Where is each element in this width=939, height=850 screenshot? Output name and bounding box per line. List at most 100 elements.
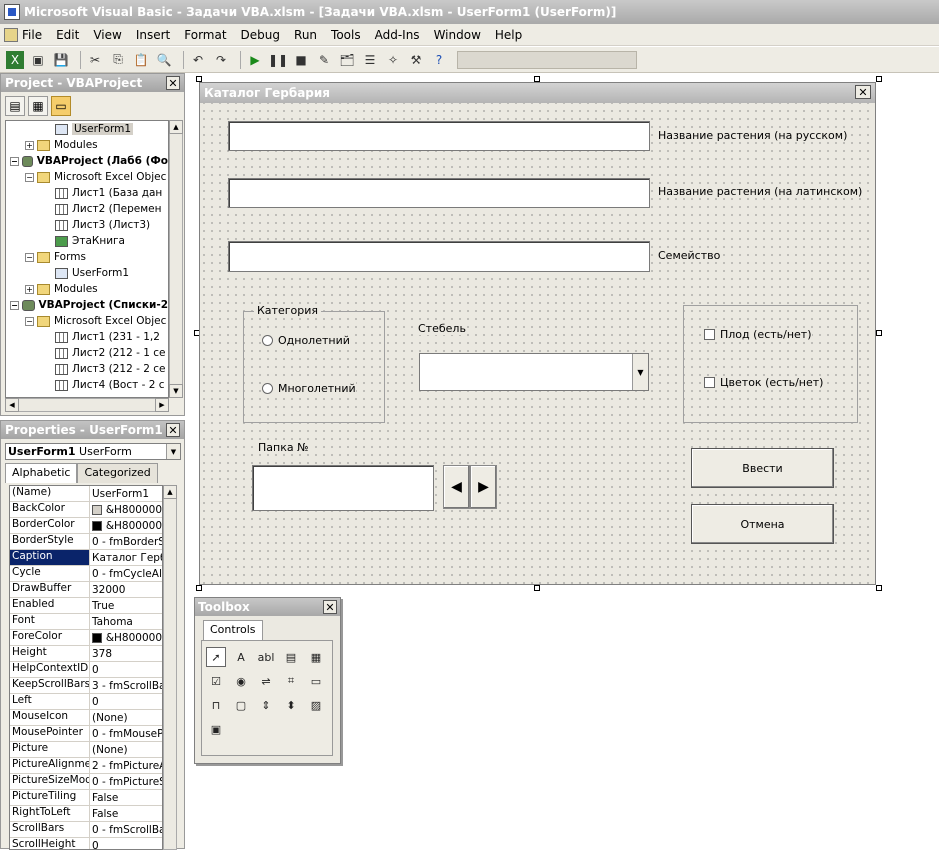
combobox-tool-icon[interactable]: ▤ bbox=[281, 647, 301, 667]
property-value[interactable]: 32000 bbox=[90, 582, 162, 597]
run-icon[interactable]: ▶ bbox=[246, 51, 264, 69]
scroll-up-icon[interactable]: ▲ bbox=[163, 485, 177, 499]
checkbox-tool-icon[interactable]: ☑ bbox=[206, 671, 226, 691]
toolbox-close-icon[interactable]: ✕ bbox=[323, 600, 337, 614]
paste-icon[interactable]: 📋 bbox=[132, 51, 150, 69]
property-value[interactable]: &H800000 bbox=[90, 502, 162, 517]
tab-categorized[interactable]: Categorized bbox=[77, 463, 157, 483]
frame-tool-icon[interactable]: ⌗ bbox=[281, 671, 301, 691]
collapse-icon[interactable]: − bbox=[25, 173, 34, 182]
optionbutton-tool-icon[interactable]: ◉ bbox=[231, 671, 251, 691]
togglebutton-tool-icon[interactable]: ⇌ bbox=[256, 671, 276, 691]
resize-handle[interactable] bbox=[876, 76, 882, 82]
view-object-icon[interactable]: ▦ bbox=[28, 96, 48, 116]
collapse-icon[interactable]: − bbox=[10, 157, 19, 166]
property-row[interactable]: MousePointer0 - fmMousePo bbox=[10, 726, 162, 742]
property-value[interactable]: True bbox=[90, 598, 162, 613]
property-row[interactable]: CaptionКаталог Герб bbox=[10, 550, 162, 566]
multipage-tool-icon[interactable]: ▢ bbox=[231, 695, 251, 715]
resize-handle[interactable] bbox=[534, 585, 540, 591]
object-browser-icon[interactable]: ✧ bbox=[384, 51, 402, 69]
copy-icon[interactable]: ⎘ bbox=[109, 51, 127, 69]
property-value[interactable]: 0 bbox=[90, 694, 162, 709]
property-row[interactable]: PictureTilingFalse bbox=[10, 790, 162, 806]
tab-alphabetic[interactable]: Alphabetic bbox=[5, 463, 77, 483]
tree-node[interactable]: −Microsoft Excel Objec bbox=[6, 313, 168, 329]
name-ru-input[interactable] bbox=[228, 121, 650, 151]
tree-node[interactable]: Лист2 (Перемен bbox=[6, 201, 168, 217]
property-row[interactable]: Picture(None) bbox=[10, 742, 162, 758]
tree-node[interactable]: −VBAProject (Лаб6 (Фо bbox=[6, 153, 168, 169]
listbox-tool-icon[interactable]: ▦ bbox=[306, 647, 326, 667]
property-row[interactable]: MouseIcon(None) bbox=[10, 710, 162, 726]
menu-addins[interactable]: Add-Ins bbox=[368, 26, 427, 44]
toggle-folders-icon[interactable]: ▭ bbox=[51, 96, 71, 116]
insert-userform-icon[interactable]: ▣ bbox=[29, 51, 47, 69]
cancel-button[interactable]: Отмена bbox=[691, 504, 834, 544]
tree-node[interactable]: Лист3 (Лист3) bbox=[6, 217, 168, 233]
property-value[interactable]: 378 bbox=[90, 646, 162, 661]
commandbutton-tool-icon[interactable]: ▭ bbox=[306, 671, 326, 691]
property-value[interactable]: 0 - fmScrollBar bbox=[90, 822, 162, 837]
property-value[interactable]: 0 - fmBorderSt bbox=[90, 534, 162, 549]
submit-button[interactable]: Ввести bbox=[691, 448, 834, 488]
menu-window[interactable]: Window bbox=[427, 26, 488, 44]
collapse-icon[interactable]: − bbox=[25, 317, 34, 326]
object-selector[interactable]: UserForm1 UserForm ▼ bbox=[5, 443, 181, 460]
pause-icon[interactable]: ❚❚ bbox=[269, 51, 287, 69]
property-value[interactable]: 3 - fmScrollBar bbox=[90, 678, 162, 693]
menu-help[interactable]: Help bbox=[488, 26, 529, 44]
property-row[interactable]: Cycle0 - fmCycleAllF bbox=[10, 566, 162, 582]
tree-node[interactable]: −Microsoft Excel Objec bbox=[6, 169, 168, 185]
fruit-checkbox[interactable]: Плод (есть/нет) bbox=[704, 328, 812, 341]
undo-icon[interactable]: ↶ bbox=[189, 51, 207, 69]
system-menu-icon[interactable] bbox=[4, 28, 18, 42]
chevron-down-icon[interactable]: ▼ bbox=[166, 444, 180, 459]
save-icon[interactable]: 💾 bbox=[52, 51, 70, 69]
tree-node[interactable]: UserForm1 bbox=[6, 121, 168, 137]
resize-handle[interactable] bbox=[196, 585, 202, 591]
textbox-tool-icon[interactable]: abl bbox=[256, 647, 276, 667]
menu-file[interactable]: File bbox=[4, 26, 49, 44]
property-value[interactable]: False bbox=[90, 790, 162, 805]
userform-close-icon[interactable]: ✕ bbox=[855, 85, 871, 99]
label-tool-icon[interactable]: A bbox=[231, 647, 251, 667]
family-input[interactable] bbox=[228, 241, 650, 272]
tabstrip-tool-icon[interactable]: ⊓ bbox=[206, 695, 226, 715]
help-icon[interactable]: ? bbox=[430, 51, 448, 69]
property-value[interactable]: 0 bbox=[90, 662, 162, 677]
view-code-icon[interactable]: ▤ bbox=[5, 96, 25, 116]
collapse-icon[interactable]: − bbox=[10, 301, 19, 310]
properties-pane-close-icon[interactable]: ✕ bbox=[166, 423, 180, 437]
toolbox-icon[interactable]: ⚒ bbox=[407, 51, 425, 69]
property-row[interactable]: Height378 bbox=[10, 646, 162, 662]
expand-icon[interactable]: + bbox=[25, 285, 34, 294]
tree-node[interactable]: Лист1 (База дан bbox=[6, 185, 168, 201]
expand-icon[interactable]: + bbox=[25, 141, 34, 150]
menu-insert[interactable]: Insert bbox=[129, 26, 177, 44]
redo-icon[interactable]: ↷ bbox=[212, 51, 230, 69]
pointer-icon[interactable]: ➚ bbox=[206, 647, 226, 667]
property-row[interactable]: EnabledTrue bbox=[10, 598, 162, 614]
property-value[interactable]: 2 - fmPictureAl bbox=[90, 758, 162, 773]
menu-run[interactable]: Run bbox=[287, 26, 324, 44]
category-frame[interactable]: Категория Однолетний Многолетний bbox=[243, 311, 385, 423]
property-value[interactable]: Каталог Герб bbox=[90, 550, 162, 565]
perennial-option[interactable]: Многолетний bbox=[262, 382, 356, 395]
stem-combobox[interactable]: ▼ bbox=[419, 353, 649, 391]
tree-node[interactable]: Лист2 (212 - 1 се bbox=[6, 345, 168, 361]
folder-number-input[interactable] bbox=[252, 465, 434, 511]
chevron-down-icon[interactable]: ▼ bbox=[632, 354, 648, 390]
property-row[interactable]: BorderColor&H800000 bbox=[10, 518, 162, 534]
collapse-icon[interactable]: − bbox=[25, 253, 34, 262]
image-tool-icon[interactable]: ▨ bbox=[306, 695, 326, 715]
properties-window-icon[interactable]: ☰ bbox=[361, 51, 379, 69]
project-tree[interactable]: UserForm1+Modules−VBAProject (Лаб6 (Фо−M… bbox=[5, 120, 169, 398]
find-icon[interactable]: 🔍 bbox=[155, 51, 173, 69]
tree-node[interactable]: Лист4 (Вост - 2 с bbox=[6, 377, 168, 393]
excel-view-icon[interactable]: X bbox=[6, 51, 24, 69]
property-value[interactable]: UserForm1 bbox=[90, 486, 162, 501]
project-pane-close-icon[interactable]: ✕ bbox=[166, 76, 180, 90]
features-frame[interactable]: Плод (есть/нет) Цветок (есть/нет) bbox=[683, 305, 858, 423]
tree-node[interactable]: −VBAProject (Списки-2 bbox=[6, 297, 168, 313]
